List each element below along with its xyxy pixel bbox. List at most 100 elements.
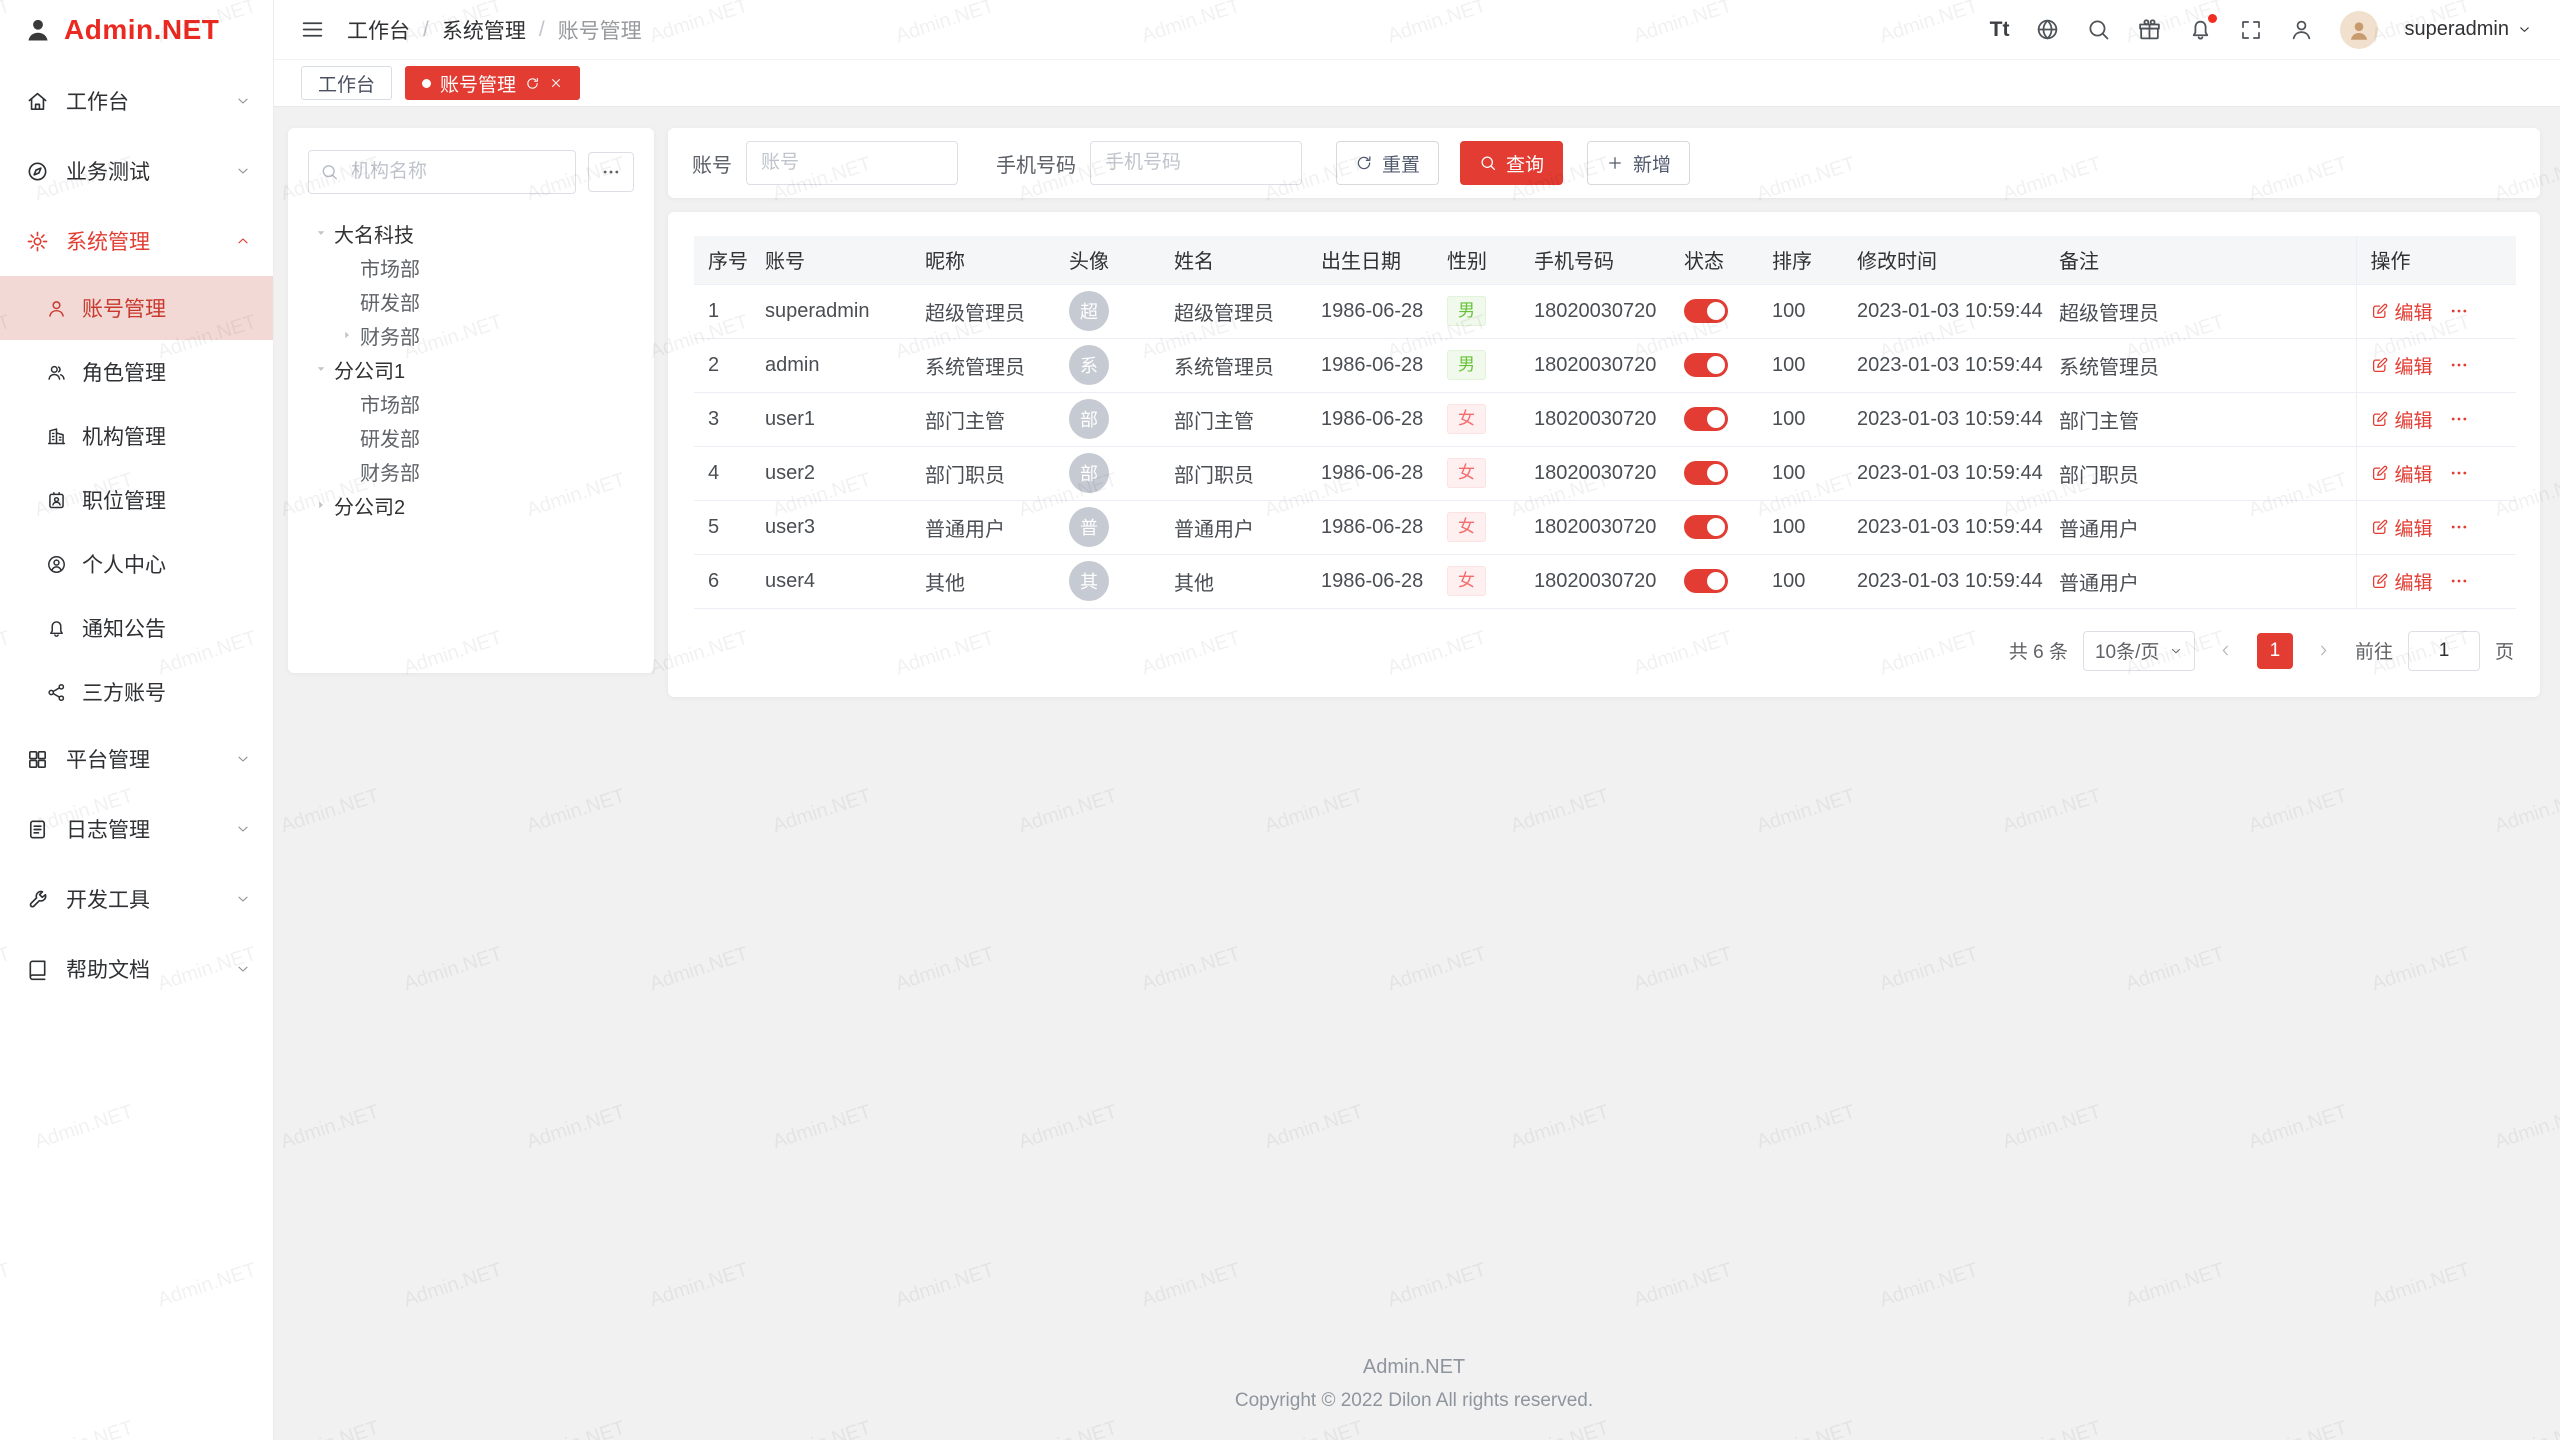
edit-button[interactable]: 编辑 xyxy=(2371,406,2433,433)
tree-node-label: 分公司2 xyxy=(334,491,405,520)
sidebar-item-log-management[interactable]: 日志管理 xyxy=(0,794,273,864)
sidebar-item-third-party-account[interactable]: 三方账号 xyxy=(0,660,273,724)
tree-node[interactable]: 分公司2 xyxy=(308,488,634,522)
sidebar-item-personal-center[interactable]: 个人中心 xyxy=(0,532,273,596)
phone-input[interactable] xyxy=(1090,141,1302,185)
table-row[interactable]: 5 user3 普通用户 普 普通用户 1986-06-28 女 1802003… xyxy=(694,500,2516,554)
account-input[interactable] xyxy=(746,141,958,185)
edit-button[interactable]: 编辑 xyxy=(2371,514,2433,541)
current-page[interactable]: 1 xyxy=(2257,633,2293,669)
cell-phone: 18020030720 xyxy=(1520,338,1670,392)
sidebar-item-role-management[interactable]: 角色管理 xyxy=(0,340,273,404)
next-page-button[interactable] xyxy=(2308,635,2340,667)
tree-more-button[interactable] xyxy=(588,152,634,192)
caret-down-icon[interactable] xyxy=(308,226,334,240)
caret-right-icon[interactable] xyxy=(308,498,334,512)
table-header-row: 序号 账号 昵称 头像 姓名 出生日期 性别 手机号码 状态 排序 xyxy=(694,236,2516,284)
tab-workbench[interactable]: 工作台 xyxy=(301,66,392,100)
sidebar-item-org-management[interactable]: 机构管理 xyxy=(0,404,273,468)
sidebar-item-notice[interactable]: 通知公告 xyxy=(0,596,273,660)
close-tab-icon[interactable] xyxy=(549,76,563,90)
cell-status xyxy=(1670,284,1758,338)
sidebar-item-dev-tools[interactable]: 开发工具 xyxy=(0,864,273,934)
row-more-button[interactable] xyxy=(2449,301,2469,321)
goto-page-input[interactable] xyxy=(2408,631,2480,671)
cell-name: 超级管理员 xyxy=(1160,284,1307,338)
tree-node-label: 大名科技 xyxy=(334,219,414,248)
status-toggle[interactable] xyxy=(1684,353,1728,377)
row-more-button[interactable] xyxy=(2449,517,2469,537)
search-button[interactable]: 查询 xyxy=(1460,141,1563,185)
table-row[interactable]: 3 user1 部门主管 部 部门主管 1986-06-28 女 1802003… xyxy=(694,392,2516,446)
sidebar-item-platform-management[interactable]: 平台管理 xyxy=(0,724,273,794)
tree-node[interactable]: 大名科技 xyxy=(308,216,634,250)
prev-page-button[interactable] xyxy=(2210,635,2242,667)
row-more-button[interactable] xyxy=(2449,463,2469,483)
table-row[interactable]: 6 user4 其他 其 其他 1986-06-28 女 18020030720 xyxy=(694,554,2516,608)
tab-account-management[interactable]: 账号管理 xyxy=(405,66,580,100)
breadcrumb-item[interactable]: 系统管理 xyxy=(442,15,526,45)
cell-modified: 2023-01-03 10:59:44 xyxy=(1843,554,2045,608)
sidebar-item-account-management[interactable]: 账号管理 xyxy=(0,276,273,340)
tree-node[interactable]: 分公司1 xyxy=(308,352,634,386)
col-birthdate: 出生日期 xyxy=(1307,236,1433,284)
tree-node[interactable]: 市场部 xyxy=(308,386,634,420)
user-menu[interactable]: superadmin xyxy=(2404,18,2532,41)
cell-index: 3 xyxy=(694,392,751,446)
tree-node[interactable]: 财务部 xyxy=(308,454,634,488)
tree-node[interactable]: 市场部 xyxy=(308,250,634,284)
edit-button[interactable]: 编辑 xyxy=(2371,568,2433,595)
hamburger-menu-icon[interactable] xyxy=(300,17,325,42)
font-size-icon[interactable]: Tt xyxy=(1990,18,2010,42)
grid-icon xyxy=(26,748,49,771)
edit-label: 编辑 xyxy=(2395,568,2433,595)
cell-status xyxy=(1670,554,1758,608)
profile-icon[interactable] xyxy=(2289,17,2314,42)
sidebar-item-business-test[interactable]: 业务测试 xyxy=(0,136,273,206)
edit-button[interactable]: 编辑 xyxy=(2371,460,2433,487)
status-toggle[interactable] xyxy=(1684,569,1728,593)
row-more-button[interactable] xyxy=(2449,355,2469,375)
cell-avatar: 其 xyxy=(1055,554,1160,608)
theme-gift-icon[interactable] xyxy=(2137,17,2162,42)
language-icon[interactable] xyxy=(2035,17,2060,42)
edit-icon xyxy=(2371,518,2389,536)
sidebar-item-position-management[interactable]: 职位管理 xyxy=(0,468,273,532)
tree-node[interactable]: 研发部 xyxy=(308,420,634,454)
logo[interactable]: Admin.NET xyxy=(0,0,273,60)
cell-account: user4 xyxy=(751,554,911,608)
top-bar: 工作台 / 系统管理 / 账号管理 Tt superadmin xyxy=(274,0,2560,60)
caret-right-icon[interactable] xyxy=(334,328,360,342)
status-toggle[interactable] xyxy=(1684,461,1728,485)
tree-node-label: 分公司1 xyxy=(334,355,405,384)
sidebar-item-workbench[interactable]: 工作台 xyxy=(0,66,273,136)
caret-down-icon[interactable] xyxy=(308,362,334,376)
org-search-input[interactable] xyxy=(308,150,576,194)
reset-button[interactable]: 重置 xyxy=(1336,141,1439,185)
col-order: 排序 xyxy=(1758,236,1843,284)
sidebar-item-system-management[interactable]: 系统管理 xyxy=(0,206,273,276)
table-row[interactable]: 2 admin 系统管理员 系 系统管理员 1986-06-28 男 18020… xyxy=(694,338,2516,392)
breadcrumb-item[interactable]: 工作台 xyxy=(347,15,410,45)
tree-node[interactable]: 研发部 xyxy=(308,284,634,318)
edit-button[interactable]: 编辑 xyxy=(2371,298,2433,325)
fullscreen-icon[interactable] xyxy=(2239,18,2263,42)
refresh-tab-icon[interactable] xyxy=(525,76,540,91)
add-button[interactable]: 新增 xyxy=(1587,141,1690,185)
edit-button[interactable]: 编辑 xyxy=(2371,352,2433,379)
row-avatar: 部 xyxy=(1069,453,1109,493)
table-row[interactable]: 4 user2 部门职员 部 部门职员 1986-06-28 女 1802003… xyxy=(694,446,2516,500)
search-icon[interactable] xyxy=(2086,17,2111,42)
avatar[interactable] xyxy=(2340,11,2378,49)
table-row[interactable]: 1 superadmin 超级管理员 超 超级管理员 1986-06-28 男 … xyxy=(694,284,2516,338)
sidebar-item-help-docs[interactable]: 帮助文档 xyxy=(0,934,273,1004)
status-toggle[interactable] xyxy=(1684,299,1728,323)
status-toggle[interactable] xyxy=(1684,515,1728,539)
row-more-button[interactable] xyxy=(2449,409,2469,429)
tree-node[interactable]: 财务部 xyxy=(308,318,634,352)
notification-icon[interactable] xyxy=(2188,17,2213,42)
row-more-button[interactable] xyxy=(2449,571,2469,591)
page-size-select[interactable]: 10条/页 xyxy=(2083,631,2195,671)
col-phone: 手机号码 xyxy=(1520,236,1670,284)
status-toggle[interactable] xyxy=(1684,407,1728,431)
